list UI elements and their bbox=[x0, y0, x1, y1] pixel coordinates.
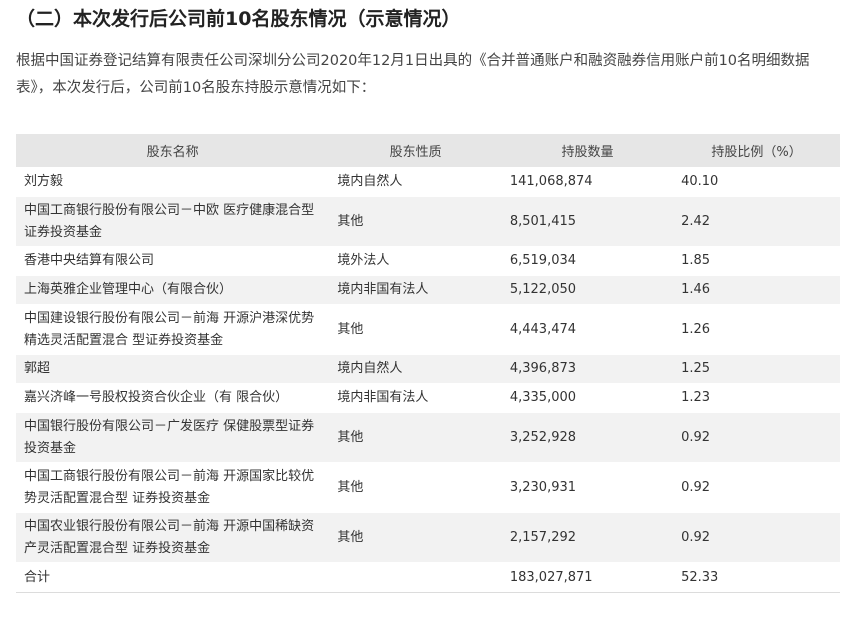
table-row: 中国工商银行股份有限公司－中欧 医疗健康混合型 证券投资基金 其他 8,501,415… bbox=[16, 196, 840, 247]
header-shareholder-name: 股东名称 bbox=[16, 134, 330, 168]
name-line: 证券投资基金 bbox=[24, 224, 103, 240]
cell-shareholder-name: 中国工商银行股份有限公司－前海 开源国家比较优 势灵活配置混合型 证券投资基金 bbox=[16, 462, 330, 513]
table-row: 中国建设银行股份有限公司－前海 开源沪港深优势 精选灵活配置混合 型证券投资基金其… bbox=[16, 304, 840, 355]
cell-share-quantity: 4,396,873 bbox=[501, 354, 674, 384]
cell-share-quantity: 8,501,415 bbox=[501, 196, 674, 247]
name-line: 郭超 bbox=[24, 361, 51, 376]
cell-share-quantity: 2,157,292 bbox=[501, 512, 674, 563]
cell-share-percentage: 0.92 bbox=[673, 512, 840, 563]
name-line: 刘方毅 bbox=[24, 174, 64, 189]
name-line: 嘉兴济峰一号股权投资合伙企业（有 限合伙） bbox=[24, 390, 289, 405]
cell-shareholder-type: 境内自然人 bbox=[329, 167, 502, 197]
cell-share-percentage: 40.10 bbox=[673, 167, 840, 197]
cell-share-quantity: 6,519,034 bbox=[501, 246, 674, 276]
table-row: 上海英雅企业管理中心（有限合伙） 境内非国有法人 5,122,050 1.46 bbox=[16, 275, 840, 305]
cell-shareholder-type: 其他 bbox=[329, 512, 502, 563]
cell-shareholder-type: 境外法人 bbox=[329, 246, 502, 276]
total-quantity: 183,027,871 bbox=[501, 562, 674, 593]
table-total-row: 合计 183,027,871 52.33 bbox=[16, 562, 840, 593]
table-row: 中国银行股份有限公司－广发医疗 保健股票型证券 投资基金 其他 3,252,928 0.… bbox=[16, 412, 840, 463]
name-line: 中国农业银行股份有限公司－前海 开源中国稀缺资 bbox=[24, 518, 315, 534]
cell-shareholder-type: 境内非国有法人 bbox=[329, 275, 502, 305]
total-type bbox=[329, 562, 502, 593]
cell-shareholder-type: 其他 bbox=[329, 412, 502, 463]
table-row: 嘉兴济峰一号股权投资合伙企业（有 限合伙） 境内非国有法人 4,335,000 1.2… bbox=[16, 383, 840, 413]
cell-shareholder-type: 其他 bbox=[329, 304, 502, 355]
table-row: 香港中央结算有限公司 境外法人 6,519,034 1.85 bbox=[16, 246, 840, 276]
cell-share-quantity: 141,068,874 bbox=[501, 167, 674, 197]
total-label: 合计 bbox=[16, 562, 330, 593]
cell-shareholder-name: 香港中央结算有限公司 bbox=[16, 246, 330, 276]
name-line: 中国银行股份有限公司－广发医疗 保健股票型证券 bbox=[24, 418, 315, 434]
cell-share-percentage: 1.26 bbox=[673, 304, 840, 355]
cell-share-quantity: 3,252,928 bbox=[501, 412, 674, 463]
cell-share-quantity: 5,122,050 bbox=[501, 275, 674, 305]
cell-shareholder-type: 其他 bbox=[329, 196, 502, 247]
cell-shareholder-type: 其他 bbox=[329, 462, 502, 513]
table-row: 郭超 境内自然人 4,396,873 1.25 bbox=[16, 354, 840, 384]
cell-shareholder-name: 刘方毅 bbox=[16, 167, 330, 197]
name-line: 产灵活配置混合型 证券投资基金 bbox=[24, 540, 211, 556]
cell-shareholder-name: 中国银行股份有限公司－广发医疗 保健股票型证券 投资基金 bbox=[16, 412, 330, 463]
name-line: 势灵活配置混合型 证券投资基金 bbox=[24, 490, 211, 506]
cell-share-percentage: 1.46 bbox=[673, 275, 840, 305]
name-line: 中国工商银行股份有限公司－中欧 医疗健康混合型 bbox=[24, 202, 315, 218]
table-body: 刘方毅 境内自然人 141,068,874 40.10 中国工商银行股份有限公司－中欧 … bbox=[16, 167, 840, 593]
cell-shareholder-type: 境内非国有法人 bbox=[329, 383, 502, 413]
table-row: 刘方毅 境内自然人 141,068,874 40.10 bbox=[16, 167, 840, 197]
table-header-row: 股东名称 股东性质 持股数量 持股比例（%） bbox=[16, 134, 840, 168]
cell-shareholder-name: 上海英雅企业管理中心（有限合伙） bbox=[16, 275, 330, 305]
cell-shareholder-name: 中国建设银行股份有限公司－前海 开源沪港深优势 精选灵活配置混合 型证券投资基金 bbox=[16, 304, 330, 355]
cell-shareholder-name: 中国工商银行股份有限公司－中欧 医疗健康混合型 证券投资基金 bbox=[16, 196, 330, 247]
cell-share-percentage: 1.25 bbox=[673, 354, 840, 384]
name-line: 上海英雅企业管理中心（有限合伙） bbox=[24, 282, 233, 297]
cell-share-quantity: 3,230,931 bbox=[501, 462, 674, 513]
cell-share-quantity: 4,443,474 bbox=[501, 304, 674, 355]
cell-shareholder-name: 郭超 bbox=[16, 354, 330, 384]
page: （二）本次发行后公司前10名股东情况（示意情况） 根据中国证券登记结算有限责任公… bbox=[0, 0, 858, 618]
name-line: 香港中央结算有限公司 bbox=[24, 253, 155, 268]
cell-share-percentage: 1.23 bbox=[673, 383, 840, 413]
header-share-quantity: 持股数量 bbox=[501, 134, 674, 168]
cell-shareholder-name: 嘉兴济峰一号股权投资合伙企业（有 限合伙） bbox=[16, 383, 330, 413]
shareholders-table: 股东名称 股东性质 持股数量 持股比例（%） 刘方毅 境内自然人 141,068,8… bbox=[16, 134, 840, 593]
header-share-percentage: 持股比例（%） bbox=[673, 134, 840, 168]
cell-share-percentage: 0.92 bbox=[673, 412, 840, 463]
cell-share-percentage: 2.42 bbox=[673, 196, 840, 247]
header-shareholder-type: 股东性质 bbox=[329, 134, 502, 168]
cell-shareholder-name: 中国农业银行股份有限公司－前海 开源中国稀缺资 产灵活配置混合型 证券投资基金 bbox=[16, 512, 330, 563]
intro-paragraph: 根据中国证券登记结算有限责任公司深圳分公司2020年12月1日出具的《合并普通账… bbox=[16, 53, 810, 96]
cell-share-quantity: 4,335,000 bbox=[501, 383, 674, 413]
name-line: 精选灵活配置混合 型证券投资基金 bbox=[24, 332, 224, 348]
section-heading: （二）本次发行后公司前10名股东情况（示意情况） bbox=[16, 8, 461, 30]
cell-share-percentage: 1.85 bbox=[673, 246, 840, 276]
table-row: 中国工商银行股份有限公司－前海 开源国家比较优 势灵活配置混合型 证券投资基金 其他… bbox=[16, 462, 840, 513]
name-line: 投资基金 bbox=[24, 440, 77, 456]
cell-share-percentage: 0.92 bbox=[673, 462, 840, 513]
total-percentage: 52.33 bbox=[673, 562, 840, 593]
name-line: 中国工商银行股份有限公司－前海 开源国家比较优 bbox=[24, 468, 315, 484]
table-row: 中国农业银行股份有限公司－前海 开源中国稀缺资 产灵活配置混合型 证券投资基金 其他… bbox=[16, 512, 840, 563]
cell-shareholder-type: 境内自然人 bbox=[329, 354, 502, 384]
name-line: 中国建设银行股份有限公司－前海 开源沪港深优势 bbox=[24, 310, 315, 326]
